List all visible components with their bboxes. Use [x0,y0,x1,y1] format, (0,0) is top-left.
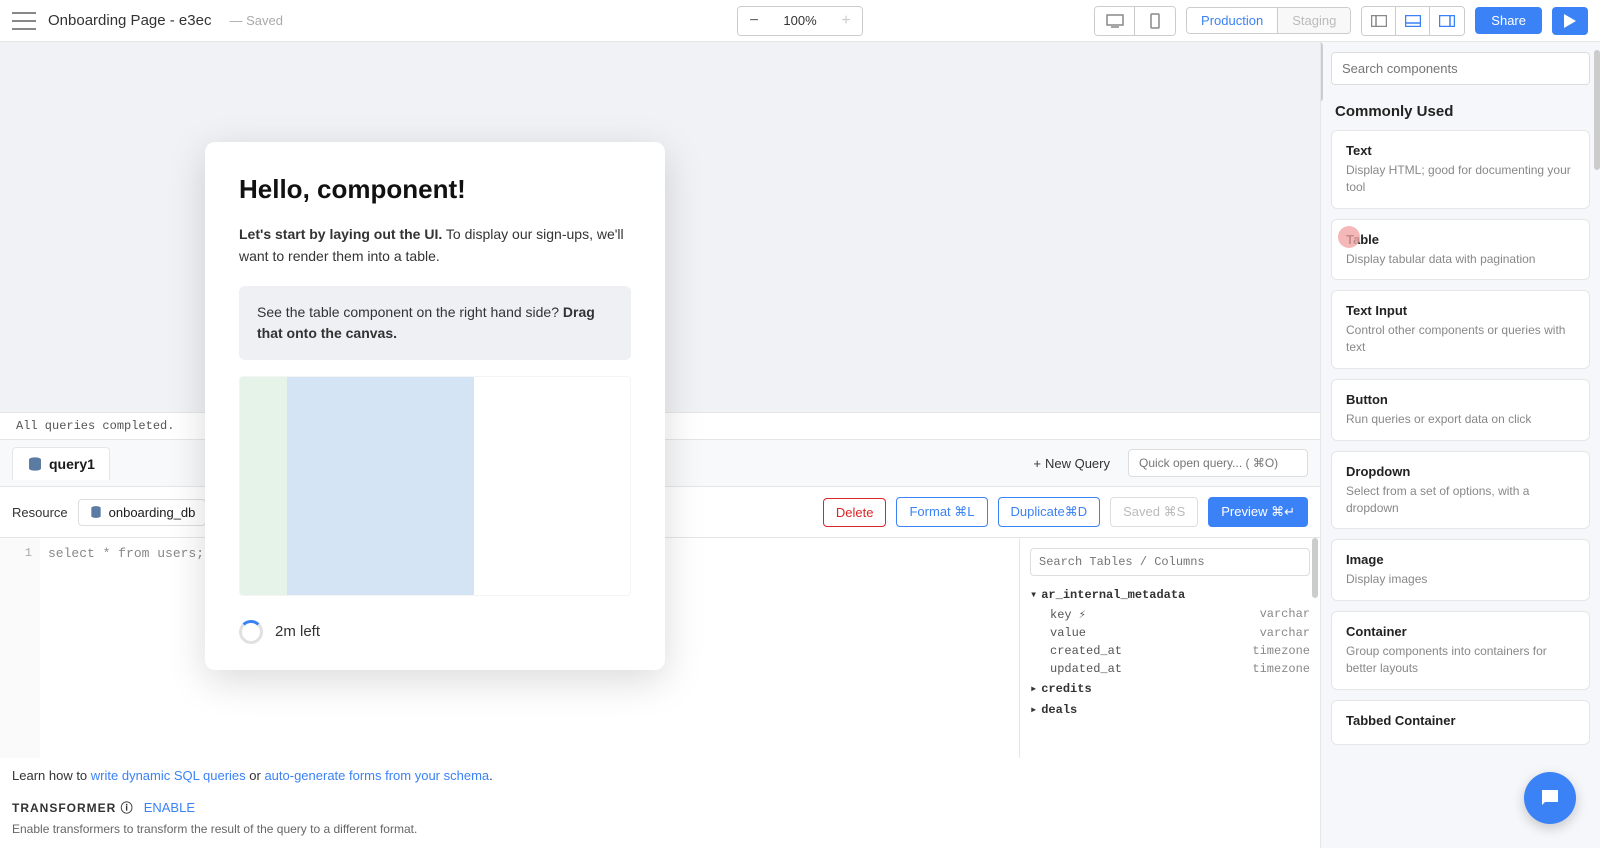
component-title: Button [1346,392,1575,407]
mobile-icon[interactable] [1135,7,1175,35]
schema-table-deals[interactable]: ▸deals [1030,699,1310,720]
schema-table-ar_internal_metadata[interactable]: ▾ar_internal_metadata [1030,584,1310,605]
environment-toggle: Production Staging [1186,7,1351,34]
schema-column[interactable]: valuevarchar [1030,624,1310,642]
zoom-in-button[interactable]: + [830,7,862,35]
canvas-area: Hello, component! Let's start by laying … [0,42,1320,848]
component-desc: Select from a set of options, with a dro… [1346,483,1575,517]
modal-hint: See the table component on the right han… [239,286,631,360]
component-card-tabbed-container[interactable]: Tabbed Container [1331,700,1590,745]
canvas[interactable]: Hello, component! Let's start by laying … [0,42,1320,412]
component-card-button[interactable]: Button Run queries or export data on clic… [1331,379,1590,441]
zoom-control: − 100% + [737,6,863,36]
saved-badge: — Saved [229,13,282,28]
quick-open-input[interactable] [1128,449,1308,477]
play-button[interactable] [1552,7,1588,35]
component-title: Dropdown [1346,464,1575,479]
learn-row: Learn how to write dynamic SQL queries o… [0,758,1320,793]
component-desc: Control other components or queries with… [1346,322,1575,356]
preview-button[interactable]: Preview ⌘↵ [1208,497,1308,527]
modal-preview-image [239,376,631,596]
component-card-table[interactable]: Table Display tabular data with paginatio… [1331,219,1590,281]
transformer-enable-button[interactable]: ENABLE [144,800,195,815]
database-icon [27,456,43,472]
component-card-image[interactable]: Image Display images [1331,539,1590,601]
schema-column[interactable]: key ⚡varchar [1030,605,1310,624]
editor-gutter: 1 [0,538,40,758]
resource-select[interactable]: onboarding_db [78,499,207,526]
env-production-button[interactable]: Production [1187,8,1278,33]
schema-table-credits[interactable]: ▸credits [1030,678,1310,699]
component-card-container[interactable]: Container Group components into container… [1331,611,1590,690]
saved-button[interactable]: Saved ⌘S [1110,497,1198,527]
panel-right-icon[interactable] [1430,7,1464,35]
share-button[interactable]: Share [1475,7,1542,34]
resource-label: Resource [12,505,68,520]
zoom-out-button[interactable]: − [738,7,770,35]
panel-layout-toggle [1361,6,1465,36]
zoom-value: 100% [770,13,830,28]
learn-link-forms[interactable]: auto-generate forms from your schema [264,768,489,783]
format-button[interactable]: Format ⌘L [896,497,987,527]
component-title: Text [1346,143,1575,158]
scrollbar[interactable] [1320,42,1323,102]
new-query-button[interactable]: +New Query [1023,450,1120,477]
component-desc: Display images [1346,571,1575,588]
component-desc: Group components into containers for bet… [1346,643,1575,677]
device-toggle [1094,6,1176,36]
component-card-text-input[interactable]: Text Input Control other components or qu… [1331,290,1590,369]
desktop-icon[interactable] [1095,7,1135,35]
help-icon[interactable]: ⓘ [121,801,134,815]
env-staging-button[interactable]: Staging [1278,8,1350,33]
component-desc: Display tabular data with pagination [1346,251,1575,268]
spinner-icon [239,620,263,644]
panel-bottom-icon[interactable] [1396,7,1430,35]
chevron-down-icon: ▾ [1030,587,1037,602]
page-title: Onboarding Page - e3ec [48,12,211,29]
component-title: Container [1346,624,1575,639]
component-desc: Run queries or export data on click [1346,411,1575,428]
chat-button[interactable] [1524,772,1576,824]
search-components-input[interactable] [1331,52,1590,85]
time-left: 2m left [275,623,320,640]
modal-title: Hello, component! [239,174,631,205]
database-icon [89,505,103,519]
menu-icon[interactable] [12,12,36,30]
app-header: Onboarding Page - e3ec — Saved − 100% + … [0,0,1600,42]
component-title: Text Input [1346,303,1575,318]
duplicate-button[interactable]: Duplicate⌘D [998,497,1101,527]
transformer-desc: Enable transformers to transform the res… [0,818,1320,848]
query-tab-active[interactable]: query1 [12,447,110,480]
highlight-dot [1338,226,1360,248]
component-card-text[interactable]: Text Display HTML; good for documenting y… [1331,130,1590,209]
schema-column[interactable]: updated_attimezone [1030,660,1310,678]
schema-browser: ▾ar_internal_metadatakey ⚡varcharvalueva… [1020,538,1320,758]
schema-search-input[interactable] [1030,548,1310,576]
delete-button[interactable]: Delete [823,498,887,527]
onboarding-modal: Hello, component! Let's start by laying … [205,142,665,670]
component-card-dropdown[interactable]: Dropdown Select from a set of options, wi… [1331,451,1590,530]
component-desc: Display HTML; good for documenting your … [1346,162,1575,196]
chevron-right-icon: ▸ [1030,702,1037,717]
scrollbar[interactable] [1312,538,1318,598]
components-panel: Commonly Used Text Display HTML; good for… [1320,42,1600,848]
chevron-right-icon: ▸ [1030,681,1037,696]
transformer-label: TRANSFORMER ⓘ [12,799,134,816]
modal-intro: Let's start by laying out the UI. To dis… [239,223,631,268]
component-title: Table [1346,232,1575,247]
components-section-label: Commonly Used [1321,95,1600,130]
learn-link-sql[interactable]: write dynamic SQL queries [91,768,246,783]
chat-icon [1538,786,1562,810]
panel-left-icon[interactable] [1362,7,1396,35]
scrollbar[interactable] [1594,50,1600,170]
component-title: Image [1346,552,1575,567]
plus-icon: + [1033,456,1041,471]
component-title: Tabbed Container [1346,713,1575,728]
schema-column[interactable]: created_attimezone [1030,642,1310,660]
